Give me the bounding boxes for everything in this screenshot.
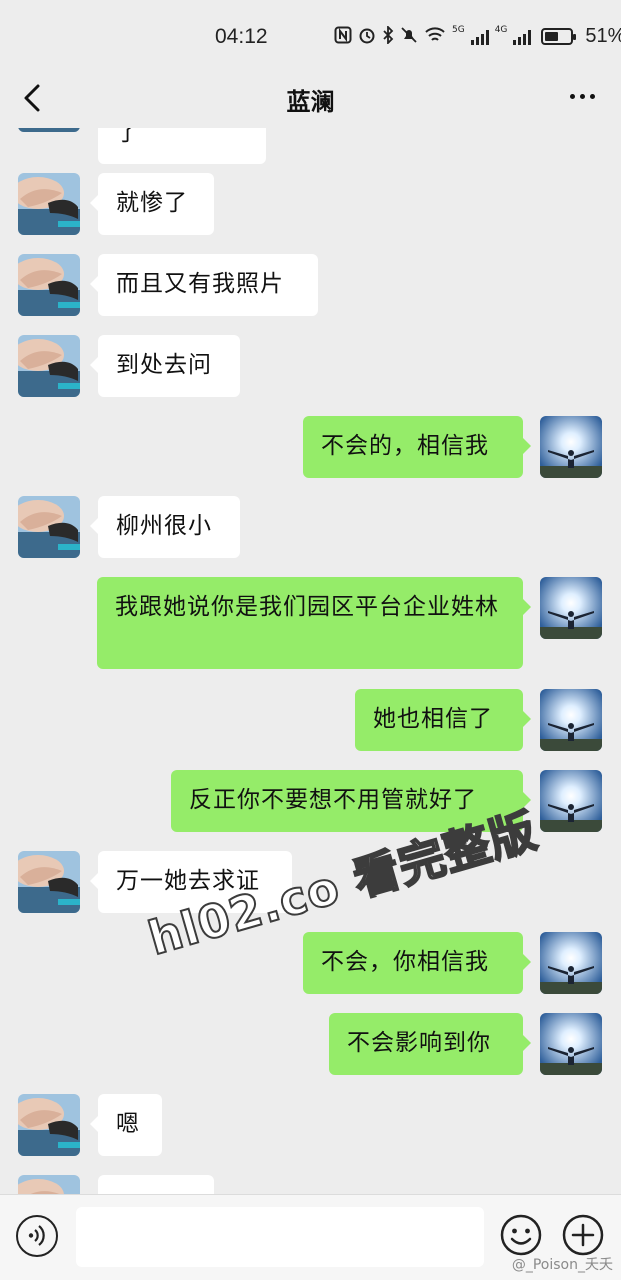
message-bubble[interactable]: 都只剩最后了 bbox=[98, 128, 266, 164]
plus-icon bbox=[562, 1214, 604, 1256]
my-avatar[interactable] bbox=[540, 577, 602, 639]
contact-avatar[interactable] bbox=[18, 128, 80, 132]
wifi-icon bbox=[424, 26, 446, 48]
incoming-message: 就惨了 bbox=[0, 173, 621, 235]
message-bubble[interactable] bbox=[98, 1175, 214, 1194]
signal-icon bbox=[513, 29, 532, 45]
battery-icon bbox=[541, 28, 577, 45]
message-bubble[interactable]: 不会，你相信我 bbox=[303, 932, 531, 994]
outgoing-message: 我跟她说你是我们园区平台企业姓林 bbox=[0, 577, 621, 669]
contact-avatar[interactable] bbox=[18, 173, 80, 235]
outgoing-message: 她也相信了 bbox=[0, 689, 621, 751]
contact-avatar[interactable] bbox=[18, 335, 80, 397]
incoming-message: 嗯 bbox=[0, 1094, 621, 1156]
battery-percent: 51% bbox=[585, 25, 621, 47]
plus-button[interactable] bbox=[561, 1213, 605, 1257]
network-5g-label: 5G bbox=[452, 25, 465, 35]
alarm-icon bbox=[358, 26, 376, 48]
more-icon-dot bbox=[590, 94, 595, 99]
message-bubble[interactable]: 不会影响到你 bbox=[329, 1013, 531, 1075]
my-avatar[interactable] bbox=[540, 416, 602, 478]
chat-title: 蓝澜 bbox=[286, 88, 335, 116]
incoming-message bbox=[0, 1175, 621, 1194]
credit-watermark: @_Poison_夭夭 bbox=[511, 1257, 613, 1273]
contact-avatar[interactable] bbox=[18, 1094, 80, 1156]
mute-icon bbox=[400, 26, 418, 48]
incoming-message: 到处去问 bbox=[0, 335, 621, 397]
chat-header: 蓝澜 bbox=[0, 70, 621, 128]
message-bubble[interactable]: 柳州很小 bbox=[90, 496, 240, 558]
message-bubble[interactable]: 我跟她说你是我们园区平台企业姓林 bbox=[97, 577, 531, 669]
message-bubble[interactable]: 她也相信了 bbox=[355, 689, 531, 751]
status-icons: 5G 4G 51% bbox=[334, 24, 621, 48]
message-input[interactable] bbox=[76, 1207, 484, 1267]
message-bubble[interactable]: 嗯 bbox=[90, 1094, 162, 1156]
message-bubble[interactable]: 而且又有我照片 bbox=[90, 254, 318, 316]
my-avatar[interactable] bbox=[540, 1013, 602, 1075]
voice-icon bbox=[28, 1225, 45, 1246]
signal-icon bbox=[470, 29, 489, 45]
outgoing-message: 不会，你相信我 bbox=[0, 932, 621, 994]
contact-avatar[interactable] bbox=[18, 496, 80, 558]
bluetooth-icon bbox=[382, 24, 394, 48]
more-icon-dot bbox=[570, 94, 575, 99]
status-bar: 04:12 5G 4G 51% bbox=[0, 0, 621, 70]
emoji-button[interactable] bbox=[499, 1213, 543, 1257]
voice-button[interactable] bbox=[16, 1215, 58, 1257]
status-time: 04:12 bbox=[215, 25, 268, 48]
incoming-message: 都只剩最后了 bbox=[0, 128, 621, 164]
more-button[interactable] bbox=[570, 94, 595, 99]
message-bubble[interactable]: 就惨了 bbox=[90, 173, 214, 235]
network-4g-label: 4G bbox=[494, 25, 508, 35]
emoji-icon bbox=[500, 1214, 542, 1256]
my-avatar[interactable] bbox=[540, 770, 602, 832]
chat-history[interactable]: 都只剩最后了 就惨了 而且又有我照片 到处去问 bbox=[0, 128, 621, 1194]
my-avatar[interactable] bbox=[540, 689, 602, 751]
nfc-icon bbox=[334, 26, 352, 48]
outgoing-message: 不会的，相信我 bbox=[0, 416, 621, 478]
outgoing-message: 不会影响到你 bbox=[0, 1013, 621, 1075]
incoming-message: 柳州很小 bbox=[0, 496, 621, 558]
battery-level bbox=[545, 32, 558, 41]
contact-avatar[interactable] bbox=[18, 1175, 80, 1194]
more-icon-dot bbox=[580, 94, 585, 99]
my-avatar[interactable] bbox=[540, 932, 602, 994]
incoming-message: 而且又有我照片 bbox=[0, 254, 621, 316]
message-bubble[interactable]: 不会的，相信我 bbox=[303, 416, 531, 478]
contact-avatar[interactable] bbox=[18, 254, 80, 316]
message-bubble[interactable]: 到处去问 bbox=[90, 335, 240, 397]
contact-avatar[interactable] bbox=[18, 851, 80, 913]
